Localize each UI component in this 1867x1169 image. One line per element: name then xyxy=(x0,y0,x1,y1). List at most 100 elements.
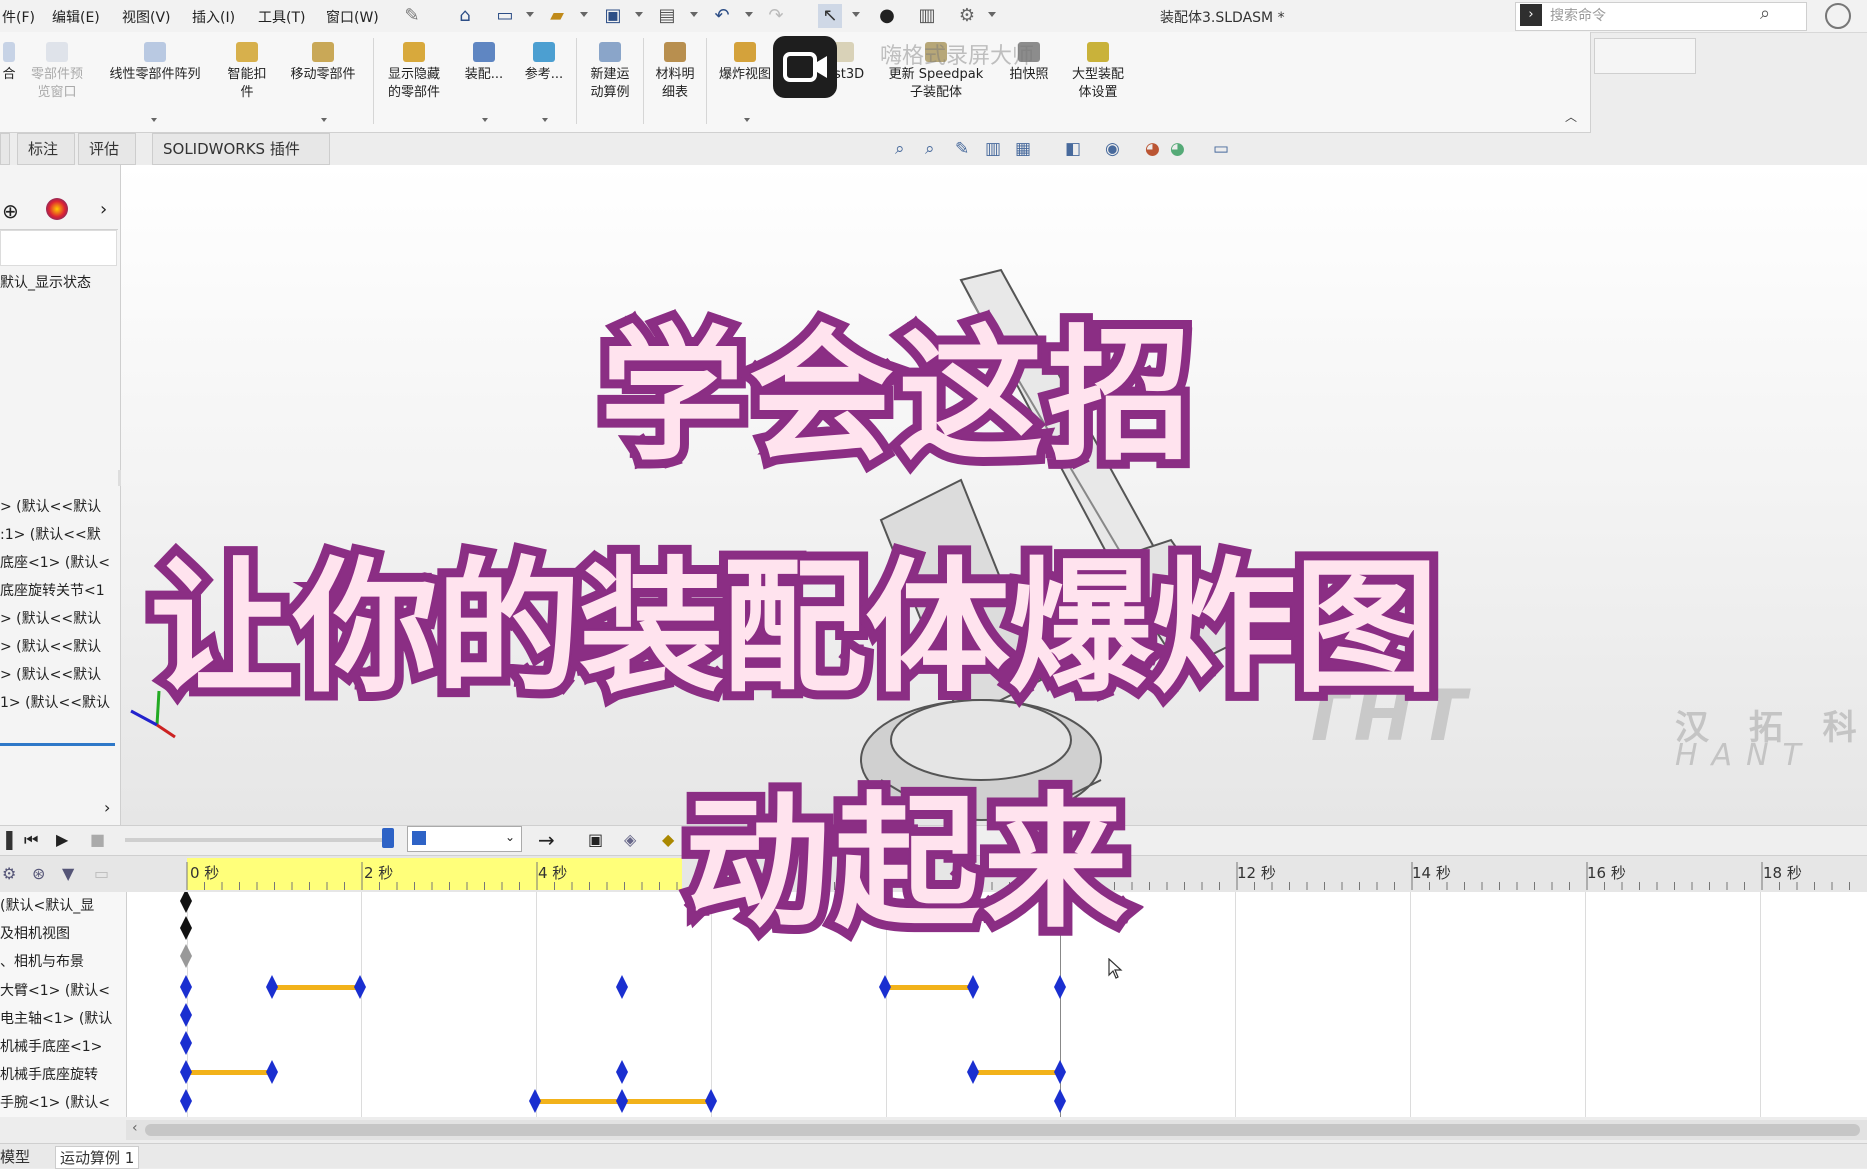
tree-item[interactable]: 底座旋转关节<1 xyxy=(0,580,118,600)
tab-evaluate[interactable]: 评估 xyxy=(78,133,136,165)
search-input[interactable]: 搜索命令 xyxy=(1550,5,1606,25)
tree-item[interactable]: > (默认<<默认 xyxy=(0,496,118,516)
tree-item[interactable]: > (默认<<默认 xyxy=(0,636,118,656)
view-orientation-icon[interactable]: ◧ xyxy=(1065,139,1081,159)
open-folder-icon[interactable]: ▰ xyxy=(545,4,569,28)
timeline-row-label[interactable]: 、相机与布景 xyxy=(0,951,124,971)
home-icon[interactable]: ⌂ xyxy=(453,4,477,28)
scroll-left-icon[interactable]: ‹ xyxy=(132,1120,138,1136)
new-document-icon[interactable]: ▭ xyxy=(493,4,517,28)
arrow-right-icon[interactable]: → xyxy=(538,828,555,852)
timeline-row-label[interactable]: 及相机视图 xyxy=(0,923,124,943)
save-animation-icon[interactable]: ▣ xyxy=(588,830,603,849)
menu-insert[interactable]: 插入(I) xyxy=(192,7,235,27)
chevron-up-icon[interactable]: ︿ xyxy=(1565,108,1577,125)
autokey-icon[interactable]: ◆ xyxy=(662,830,674,849)
chevron-right-icon[interactable]: › xyxy=(100,199,107,220)
playback-mode-select[interactable]: ⌄ xyxy=(407,826,522,852)
ribbon-button-smart-fastener[interactable]: 智能扣 件 xyxy=(218,32,276,130)
play-icon[interactable]: ▶ xyxy=(56,830,68,849)
playback-speed-slider[interactable] xyxy=(125,838,390,842)
stop-icon[interactable]: ■ xyxy=(90,830,105,849)
undo-icon[interactable]: ↶ xyxy=(710,4,734,28)
scrollbar-thumb[interactable] xyxy=(145,1124,1860,1136)
calculate-icon[interactable]: ▐ xyxy=(0,831,12,850)
save-icon[interactable]: ▣ xyxy=(601,4,625,28)
ribbon-button-assembly-feature[interactable]: 装配... xyxy=(458,32,510,130)
tab-motion-study-1[interactable]: 运动算例 1 xyxy=(55,1146,140,1169)
ribbon-button-exploded-view[interactable]: 爆炸视图 xyxy=(710,32,780,130)
chevron-down-icon[interactable] xyxy=(580,12,588,17)
chevron-down-icon[interactable] xyxy=(744,118,750,122)
ribbon-button-new-motion-study[interactable]: 新建运 动算例 xyxy=(581,32,639,130)
zoom-to-fit-icon[interactable]: ⌕ xyxy=(895,139,905,159)
ribbon-button-linear-pattern[interactable]: 线性零部件阵列 xyxy=(96,32,214,130)
display-style-icon[interactable]: ◉ xyxy=(1105,139,1120,159)
tab-annotation[interactable]: 标注 xyxy=(17,133,75,165)
chevron-down-icon[interactable] xyxy=(321,118,327,122)
ribbon-button-move-component[interactable]: 移动零部件 xyxy=(280,32,366,130)
dynamic-annotation-icon[interactable]: ▦ xyxy=(1015,139,1031,159)
screen-recorder-icon[interactable] xyxy=(773,36,837,98)
ribbon-button-preview-window[interactable]: 零部件预 览窗口 xyxy=(22,32,92,130)
animation-wizard-icon[interactable]: ◈ xyxy=(624,830,636,849)
filter-results-icon[interactable]: ▭ xyxy=(94,864,109,883)
chevron-down-icon[interactable] xyxy=(635,12,643,17)
menu-edit[interactable]: 编辑(E) xyxy=(52,7,100,27)
user-account-icon[interactable] xyxy=(1825,3,1851,29)
ribbon-button-show-hidden[interactable]: 显示隐藏 的零部件 xyxy=(378,32,450,130)
chevron-down-icon[interactable] xyxy=(482,118,488,122)
chevron-down-icon[interactable] xyxy=(151,118,157,122)
tree-item[interactable]: > (默认<<默认 xyxy=(0,664,118,684)
tree-item[interactable]: 1> (默认<<默认 xyxy=(0,692,118,712)
timeline-row-label[interactable]: 机械手底座<1> xyxy=(0,1036,124,1056)
search-icon[interactable]: ⌕ xyxy=(1760,3,1770,24)
tree-item[interactable]: > (默认<<默认 xyxy=(0,608,118,628)
section-view-icon[interactable]: ▥ xyxy=(985,139,1001,159)
ribbon-button-reference[interactable]: 参考... xyxy=(518,32,570,130)
timeline-row-label[interactable]: 电主轴<1> (默认 xyxy=(0,1008,124,1028)
redo-icon[interactable]: ↷ xyxy=(764,4,788,28)
pin-icon[interactable]: ✎ xyxy=(400,4,424,28)
chevron-down-icon[interactable] xyxy=(745,12,753,17)
play-from-start-icon[interactable]: ⏮ xyxy=(24,830,38,850)
ribbon-button-large-assembly[interactable]: 大型装配 体设置 xyxy=(1060,32,1136,130)
print-icon[interactable]: ▤ xyxy=(655,4,679,28)
slider-thumb[interactable] xyxy=(382,828,394,848)
file-properties-icon[interactable]: ▥ xyxy=(915,4,939,28)
filter-animated-icon[interactable]: ⚙ xyxy=(2,864,16,883)
view-settings-icon[interactable]: ▭ xyxy=(1213,139,1229,159)
menu-file[interactable]: 件(F) xyxy=(2,7,35,27)
timeline-row-label[interactable]: 机械手底座旋转 xyxy=(0,1064,124,1084)
tree-item[interactable]: :1> (默认<<默 xyxy=(0,524,118,544)
tree-item[interactable]: 底座<1> (默认< xyxy=(0,552,118,572)
tab-assembly[interactable] xyxy=(0,133,10,165)
chevron-right-icon[interactable]: › xyxy=(104,798,110,817)
rebuild-icon[interactable]: ● xyxy=(875,4,899,28)
ribbon-button-bom[interactable]: 材料明 细表 xyxy=(648,32,702,130)
zoom-area-icon[interactable]: ⌕ xyxy=(925,139,935,159)
tab-model[interactable]: 模型 xyxy=(0,1146,30,1167)
appearance-icon[interactable] xyxy=(46,198,68,220)
menu-view[interactable]: 视图(V) xyxy=(122,7,171,27)
filter-selected-icon[interactable]: ▼ xyxy=(62,864,74,883)
timeline-row-label[interactable]: (默认<默认_显 xyxy=(0,895,124,915)
timeline-row-label[interactable]: 手腕<1> (默认< xyxy=(0,1092,124,1112)
gear-icon[interactable]: ⚙ xyxy=(955,4,979,28)
ribbon-button-assembly[interactable]: 合 xyxy=(0,32,18,130)
chevron-down-icon[interactable] xyxy=(526,12,534,17)
menu-window[interactable]: 窗口(W) xyxy=(326,7,379,27)
chevron-down-icon[interactable] xyxy=(852,12,860,17)
panel-filter-input[interactable] xyxy=(0,230,117,266)
chevron-down-icon[interactable] xyxy=(542,118,548,122)
tab-solidworks-addins[interactable]: SOLIDWORKS 插件 xyxy=(152,133,330,165)
chevron-down-icon[interactable] xyxy=(690,12,698,17)
filter-driving-icon[interactable]: ⊛ xyxy=(32,864,45,883)
apply-scene-icon[interactable]: ◕ xyxy=(1170,139,1185,159)
crosshair-icon[interactable]: ⊕ xyxy=(2,199,19,223)
timeline-row-label[interactable]: 大臂<1> (默认< xyxy=(0,980,124,1000)
select-cursor-icon[interactable]: ↖ xyxy=(818,4,842,28)
chevron-down-icon[interactable] xyxy=(988,12,996,17)
menu-tools[interactable]: 工具(T) xyxy=(258,7,305,27)
graphics-area[interactable]: THT 汉 拓 科 HANT xyxy=(121,165,1867,842)
